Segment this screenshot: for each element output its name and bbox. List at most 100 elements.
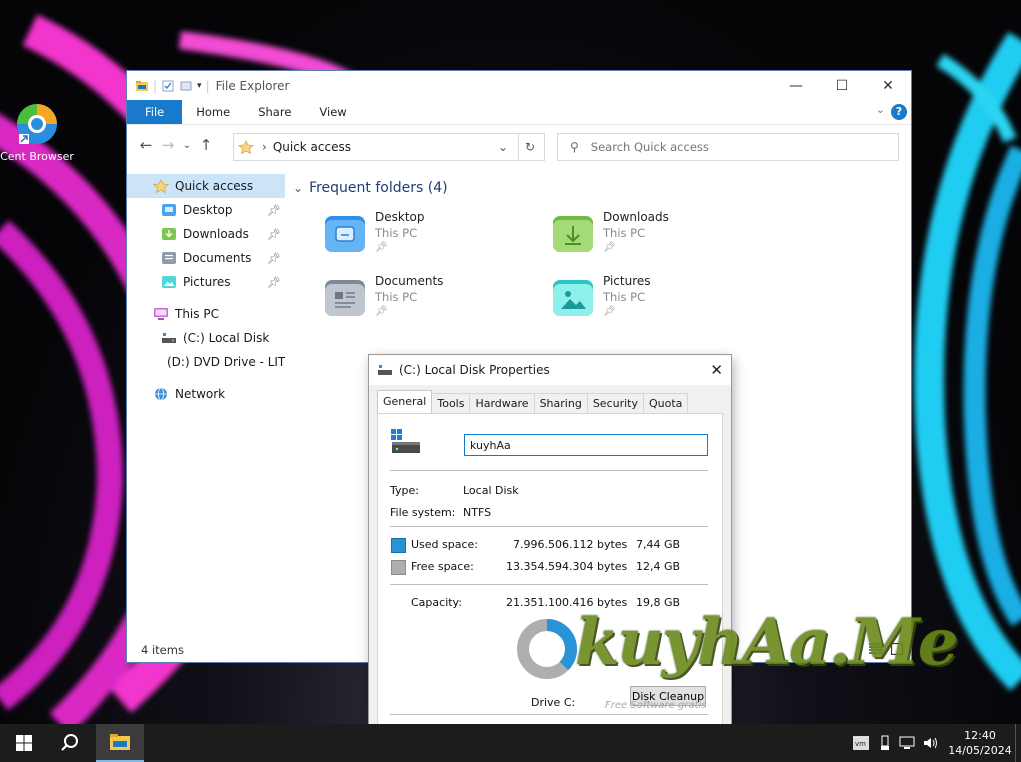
drive-large-icon <box>391 429 420 453</box>
search-box[interactable]: ⚲ <box>557 133 899 161</box>
usb-device-icon[interactable] <box>879 735 891 751</box>
frequent-folders-header[interactable]: ⌄ Frequent folders (4) <box>293 180 448 196</box>
help-icon[interactable]: ? <box>891 104 907 120</box>
network-icon[interactable] <box>899 736 915 750</box>
pin-icon: 📌︎ <box>375 242 388 253</box>
star-icon <box>153 179 169 193</box>
nav-item-pictures[interactable]: Pictures 📌︎ <box>127 270 285 294</box>
folder-location: This PC <box>603 226 646 240</box>
used-space-swatch <box>391 538 406 553</box>
recent-locations-icon[interactable]: ⌄ <box>179 140 195 151</box>
ribbon-tabs: File Home Share View ⌄ ? <box>127 100 911 125</box>
desktop-icon-label: Cent Browser <box>0 150 74 163</box>
quick-access-star-icon <box>238 140 254 154</box>
folder-name: Pictures <box>603 274 651 288</box>
nav-item-desktop[interactable]: Desktop 📌︎ <box>127 198 285 222</box>
tab-file[interactable]: File <box>127 100 183 124</box>
tab-sharing[interactable]: Sharing <box>533 393 588 413</box>
tab-view[interactable]: View <box>305 100 360 124</box>
taskbar-file-explorer[interactable] <box>96 724 144 762</box>
pin-icon: 📌︎ <box>267 251 281 265</box>
nav-item-documents[interactable]: Documents 📌︎ <box>127 246 285 270</box>
tab-share[interactable]: Share <box>244 100 305 124</box>
address-text: Quick access <box>272 140 351 154</box>
pin-icon: 📌︎ <box>267 275 281 289</box>
desktop-icon-cent-browser[interactable]: Cent Browser <box>0 102 74 163</box>
search-icon: ⚲ <box>570 140 579 154</box>
maximize-button[interactable]: ☐ <box>819 71 865 100</box>
nav-label: Documents <box>183 251 252 265</box>
nav-item-this-pc[interactable]: This PC <box>127 302 285 326</box>
free-space-swatch <box>391 560 406 575</box>
forward-arrow-icon[interactable]: → <box>157 136 179 154</box>
dialog-close-button[interactable]: ✕ <box>710 361 723 379</box>
properties-qa-icon[interactable] <box>161 79 175 93</box>
back-arrow-icon[interactable]: ← <box>135 136 157 154</box>
tab-security[interactable]: Security <box>586 393 644 413</box>
tab-home[interactable]: Home <box>182 100 244 124</box>
taskbar-clock[interactable]: 12:40 14/05/2024 <box>945 728 1015 758</box>
folder-location: This PC <box>375 290 418 304</box>
folder-tile-documents[interactable]: Documents This PC 📌︎ <box>315 268 525 326</box>
pin-icon: 📌︎ <box>375 306 388 317</box>
nav-item-quick-access[interactable]: Quick access <box>127 174 285 198</box>
tab-tools[interactable]: Tools <box>431 393 471 413</box>
folder-app-icon <box>136 80 148 91</box>
nav-label: (D:) DVD Drive - LIT <box>167 355 285 369</box>
show-desktop-button[interactable] <box>1015 724 1021 762</box>
taskbar: vm 12:40 14/05/2024 <box>0 724 1021 762</box>
vmware-tools-icon[interactable]: vm <box>853 736 869 750</box>
start-button[interactable] <box>0 724 48 762</box>
address-row: ← → ⌄ ↑ › Quick access ⌄ ↻ ⚲ <box>127 125 911 165</box>
search-icon <box>61 734 78 751</box>
kuyhaa-watermark-logo: kuyhAa.Me <box>575 605 959 680</box>
drive-letter-label: Drive C: <box>531 696 576 709</box>
address-dropdown-icon[interactable]: ⌄ <box>498 140 508 154</box>
nav-label: Quick access <box>175 179 254 193</box>
nav-item-d-drive[interactable]: (D:) DVD Drive - LIT <box>127 350 285 374</box>
used-space-bytes: 7.996.506.112 bytes <box>513 538 628 551</box>
search-input[interactable] <box>588 139 883 155</box>
nav-item-network[interactable]: Network <box>127 382 285 406</box>
taskbar-search-button[interactable] <box>46 724 94 762</box>
nav-item-downloads[interactable]: Downloads 📌︎ <box>127 222 285 246</box>
folder-location: This PC <box>603 290 646 304</box>
separator <box>390 526 708 527</box>
tab-quota[interactable]: Quota <box>642 393 689 413</box>
file-explorer-icon <box>110 734 130 750</box>
hard-drive-icon <box>162 333 176 343</box>
folder-tile-downloads[interactable]: Downloads This PC 📌︎ <box>543 204 753 262</box>
nav-label: Network <box>175 387 226 401</box>
up-arrow-icon[interactable]: ↑ <box>195 136 217 154</box>
qa-customize-icon[interactable]: ▾ <box>197 81 202 91</box>
nav-label: Pictures <box>183 275 231 289</box>
minimize-button[interactable]: — <box>773 71 819 100</box>
new-folder-qa-icon[interactable] <box>179 79 193 93</box>
dialog-title: (C:) Local Disk Properties <box>399 363 550 377</box>
folder-tile-desktop[interactable]: Desktop This PC 📌︎ <box>315 204 525 262</box>
used-space-gb: 7,44 GB <box>636 538 681 551</box>
tab-general[interactable]: General <box>377 390 433 413</box>
folder-name: Desktop <box>375 210 425 224</box>
volume-label-input[interactable]: kuyhAa <box>464 434 708 456</box>
free-space-gb: 12,4 GB <box>636 560 681 573</box>
nav-label: Downloads <box>183 227 249 241</box>
address-bar[interactable]: › Quick access ⌄ ↻ <box>233 133 545 161</box>
svg-text:vm: vm <box>855 740 866 748</box>
folder-tile-pictures[interactable]: Pictures This PC 📌︎ <box>543 268 753 326</box>
close-button[interactable]: ✕ <box>865 71 911 100</box>
volume-icon[interactable] <box>923 736 939 750</box>
watermark-subtitle: Free Software gratis <box>605 700 707 711</box>
hard-drive-icon <box>378 365 392 375</box>
pictures-folder-icon <box>162 276 176 288</box>
nav-item-c-drive[interactable]: (C:) Local Disk <box>127 326 285 350</box>
type-value: Local Disk <box>463 484 519 497</box>
expand-ribbon-icon[interactable]: ⌄ <box>876 103 885 116</box>
free-space-bytes: 13.354.594.304 bytes <box>506 560 628 573</box>
downloads-folder-icon <box>553 216 593 252</box>
refresh-icon[interactable]: ↻ <box>518 134 541 160</box>
nav-label: This PC <box>175 307 219 321</box>
window-title: File Explorer <box>215 78 290 93</box>
system-tray: vm 12:40 14/05/2024 <box>853 724 1021 762</box>
tab-hardware[interactable]: Hardware <box>469 393 535 413</box>
